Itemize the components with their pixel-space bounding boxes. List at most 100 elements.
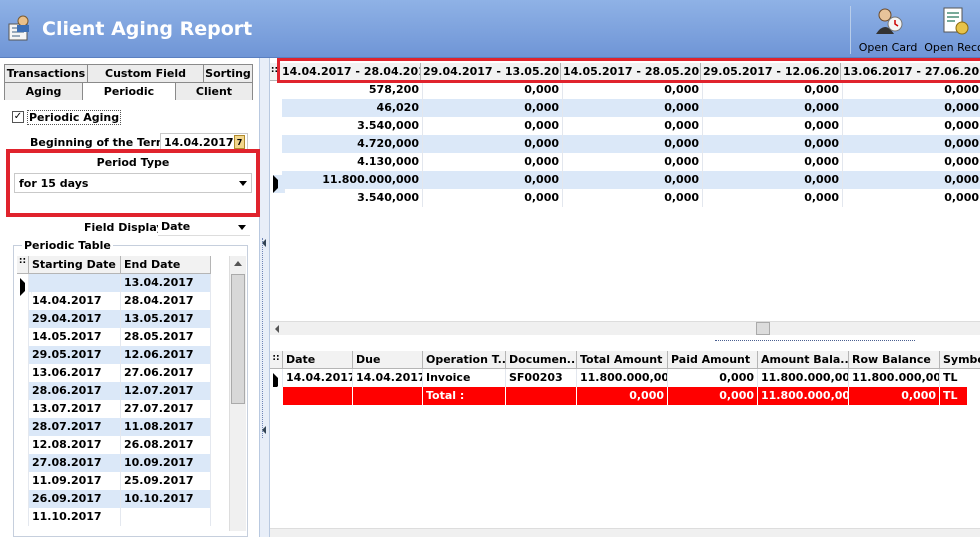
table-row[interactable]: 11.09.2017 25.09.2017 [17,472,213,490]
tab-client[interactable]: Client [175,82,253,100]
aging-cell[interactable]: 0,000 [703,135,843,153]
table-row[interactable]: 12.08.2017 26.08.2017 [17,436,213,454]
table-row[interactable]: 3.540,000 0,000 0,000 0,000 0,000 [270,189,980,207]
detail-cell[interactable]: Invoice [423,369,506,387]
cell-end[interactable]: 28.04.2017 [121,292,211,310]
aging-grid-hscrollbar[interactable] [270,321,980,335]
aging-cell[interactable]: 0,000 [423,117,563,135]
col-period-1[interactable]: 14.04.2017 - 28.04.2017 [280,63,421,81]
table-row[interactable]: 14.04.2017 28.04.2017 [17,292,213,310]
col-date[interactable]: Date [283,351,353,369]
table-row[interactable]: 13.07.2017 27.07.2017 [17,400,213,418]
table-row[interactable]: 27.08.2017 10.09.2017 [17,454,213,472]
table-row[interactable]: 3.540,000 0,000 0,000 0,000 0,000 [270,117,980,135]
aging-cell[interactable]: 0,000 [843,99,980,117]
field-display-select[interactable]: Date [158,220,250,236]
aging-cell[interactable]: 0,000 [423,81,563,99]
col-due[interactable]: Due [353,351,423,369]
detail-cell[interactable]: TL [940,369,980,387]
table-row[interactable]: 4.130,000 0,000 0,000 0,000 0,000 [270,153,980,171]
aging-cell[interactable]: 46,020 [282,99,423,117]
open-card-button[interactable]: Open Card [858,6,918,56]
detail-cell[interactable]: 14.04.2017 [353,369,423,387]
aging-cell[interactable]: 0,000 [563,153,703,171]
aging-cell[interactable]: 0,000 [563,171,703,189]
aging-cell[interactable]: 0,000 [563,99,703,117]
detail-cell[interactable]: 11.800.000,000 [849,369,940,387]
cell-end[interactable]: 13.05.2017 [121,310,211,328]
aging-cell[interactable]: 4.130,000 [282,153,423,171]
detail-cell[interactable]: 11.800.000,000 [758,369,849,387]
aging-cell[interactable]: 3.540,000 [282,117,423,135]
col-total-amount[interactable]: Total Amount [577,351,668,369]
collapse-left-icon[interactable] [262,426,266,434]
calendar-icon[interactable]: 7 [234,135,245,149]
aging-cell[interactable]: 0,000 [703,99,843,117]
cell-end[interactable]: 25.09.2017 [121,472,211,490]
table-row[interactable]: 46,020 0,000 0,000 0,000 0,000 [270,99,980,117]
aging-cell[interactable]: 0,000 [563,135,703,153]
cell-start[interactable]: 27.08.2017 [29,454,121,472]
cell-start[interactable]: 12.08.2017 [29,436,121,454]
aging-cell[interactable]: 578,200 [282,81,423,99]
detail-cell[interactable]: SF00203 [506,369,577,387]
table-row[interactable]: 14.05.2017 28.05.2017 [17,328,213,346]
table-row[interactable]: 578,200 0,000 0,000 0,000 0,000 [270,81,980,99]
col-period-3[interactable]: 14.05.2017 - 28.05.2017 [561,63,701,81]
scrollbar-thumb[interactable] [231,274,245,404]
cell-start[interactable]: 13.06.2017 [29,364,121,382]
col-end-date[interactable]: End Date [121,256,211,274]
aging-cell[interactable]: 0,000 [423,153,563,171]
table-row[interactable]: 11.800.000,000 0,000 0,000 0,000 0,000 [270,171,980,193]
grid-handle-icon[interactable]: :: [270,63,280,81]
aging-cell[interactable]: 4.720,000 [282,135,423,153]
table-row[interactable]: 13.04.2017 [17,274,213,296]
cell-end[interactable]: 26.08.2017 [121,436,211,454]
detail-cell[interactable]: 11.800.000,000 [577,369,668,387]
table-row[interactable]: 29.05.2017 12.06.2017 [17,346,213,364]
periodic-table-scrollbar[interactable] [229,256,246,531]
table-row[interactable]: 14.04.2017 14.04.2017 Invoice SF00203 11… [270,369,980,387]
tab-sorting[interactable]: Sorting [203,64,253,82]
aging-cell[interactable]: 0,000 [703,189,843,207]
tab-custom-field-filter[interactable]: Custom Field Filter [87,64,204,93]
aging-cell[interactable]: 0,000 [423,171,563,189]
aging-cell[interactable]: 0,000 [843,117,980,135]
table-row[interactable]: 13.06.2017 27.06.2017 [17,364,213,382]
aging-cell[interactable]: 0,000 [563,81,703,99]
aging-cell[interactable]: 0,000 [563,189,703,207]
splitter-grip[interactable] [262,238,267,438]
aging-cell[interactable]: 11.800.000,000 [282,171,423,189]
aging-cell[interactable]: 0,000 [843,153,980,171]
col-document[interactable]: Documen... [506,351,577,369]
cell-start[interactable]: 26.09.2017 [29,490,121,508]
horizontal-splitter[interactable] [715,340,915,346]
table-row[interactable]: 26.09.2017 10.10.2017 [17,490,213,508]
panel-splitter[interactable] [260,58,269,537]
detail-grid-hscrollbar[interactable] [270,528,980,537]
col-row-balance[interactable]: Row Balance [849,351,940,369]
aging-cell[interactable]: 0,000 [703,117,843,135]
aging-cell[interactable]: 0,000 [703,153,843,171]
scrollbar-thumb[interactable] [756,322,770,335]
aging-cell[interactable]: 0,000 [843,135,980,153]
chevron-down-icon[interactable] [238,225,246,230]
cell-end[interactable]: 27.06.2017 [121,364,211,382]
cell-end[interactable]: 12.06.2017 [121,346,211,364]
cell-end[interactable]: 10.09.2017 [121,454,211,472]
cell-end[interactable]: 12.07.2017 [121,382,211,400]
col-paid-amount[interactable]: Paid Amount [668,351,758,369]
aging-cell[interactable]: 0,000 [703,171,843,189]
aging-cell[interactable]: 0,000 [843,81,980,99]
cell-end[interactable]: 27.07.2017 [121,400,211,418]
col-starting-date[interactable]: Starting Date [29,256,121,274]
col-period-4[interactable]: 29.05.2017 - 12.06.2017 [701,63,841,81]
chevron-down-icon[interactable] [239,181,247,186]
cell-start[interactable]: 29.05.2017 [29,346,121,364]
aging-cell[interactable]: 0,000 [563,117,703,135]
cell-start[interactable]: 29.04.2017 [29,310,121,328]
detail-cell[interactable]: 0,000 [668,369,758,387]
col-period-5[interactable]: 13.06.2017 - 27.06.2017 [841,63,980,81]
col-amount-balance[interactable]: Amount Bala... [758,351,849,369]
cell-start[interactable] [29,274,121,292]
